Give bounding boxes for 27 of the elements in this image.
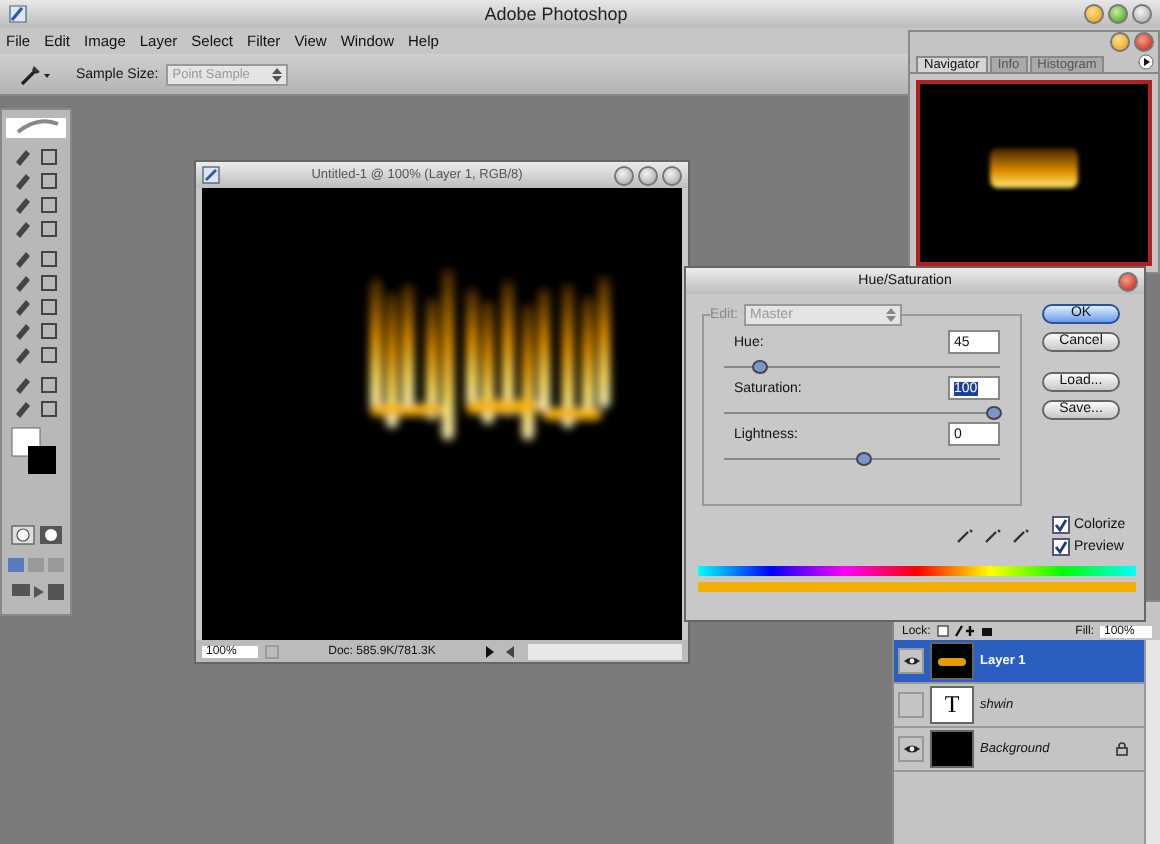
document-icon	[202, 166, 220, 184]
slider-thumb[interactable]	[856, 452, 872, 466]
panel-menu-icon[interactable]	[1138, 54, 1154, 70]
eye-icon	[903, 744, 919, 754]
horizontal-scrollbar[interactable]	[528, 643, 682, 659]
minimize-button[interactable]	[614, 165, 634, 185]
eyedropper-icon	[16, 62, 52, 86]
layer-thumbnail	[930, 730, 974, 768]
vertical-scrollbar[interactable]	[1144, 640, 1160, 844]
triangle-right-icon[interactable]	[484, 643, 496, 659]
text-layer-thumbnail: T	[930, 686, 974, 724]
close-button[interactable]	[1118, 271, 1138, 291]
slider-thumb[interactable]	[985, 406, 1002, 420]
visibility-toggle[interactable]	[898, 692, 924, 718]
maximize-button[interactable]	[638, 165, 658, 185]
updown-arrows-icon	[884, 306, 898, 324]
app-logo-icon	[8, 4, 28, 24]
updown-arrows-icon	[270, 65, 285, 83]
visibility-toggle[interactable]	[898, 736, 924, 762]
visibility-toggle[interactable]	[898, 648, 924, 674]
maximize-button[interactable]	[1108, 4, 1128, 24]
slider-thumb[interactable]	[751, 360, 768, 374]
layer-thumbnail	[930, 642, 974, 680]
close-button[interactable]	[662, 165, 682, 185]
lock-options-icon[interactable]	[936, 624, 997, 638]
eye-icon	[903, 656, 919, 666]
window-title: Adobe Photoshop	[482, 4, 630, 24]
